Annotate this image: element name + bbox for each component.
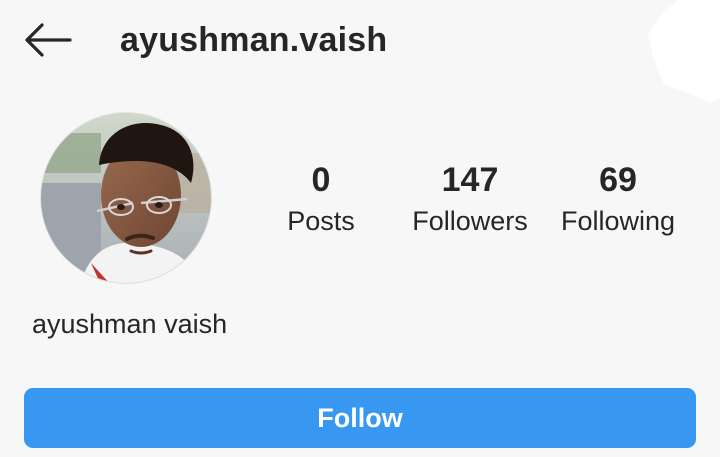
posts-count: 0 [311, 161, 331, 199]
posts-label: Posts [287, 206, 355, 236]
profile-display-name: ayushman vaish [32, 309, 228, 339]
following-label: Following [560, 206, 676, 236]
followers-label: Followers [412, 206, 528, 236]
followers-count: 147 [441, 161, 499, 199]
corner-shape [648, 0, 720, 103]
following-count: 69 [599, 161, 637, 199]
top-bar: ayushman.vaish [0, 0, 720, 82]
back-button[interactable] [20, 18, 76, 62]
arrow-left-icon [25, 23, 72, 57]
stat-following[interactable]: 69 Following [548, 158, 688, 240]
profile-avatar[interactable] [40, 112, 212, 284]
follow-button[interactable]: Follow [24, 388, 696, 448]
stat-posts[interactable]: 0 Posts [251, 158, 391, 240]
profile-username-title: ayushman.vaish [120, 21, 388, 59]
stat-followers[interactable]: 147 Followers [400, 158, 540, 240]
